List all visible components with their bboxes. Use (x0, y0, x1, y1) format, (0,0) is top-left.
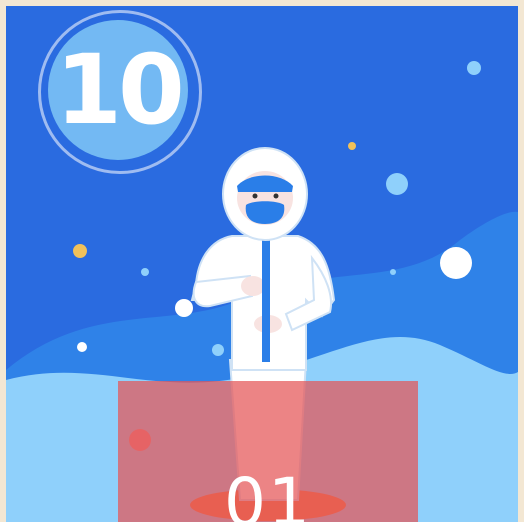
badge-number: 10 (55, 34, 185, 146)
card[interactable]: 10 01 (0, 0, 524, 522)
number-badge: 10 (38, 10, 202, 174)
step-number: 01 (224, 464, 312, 522)
